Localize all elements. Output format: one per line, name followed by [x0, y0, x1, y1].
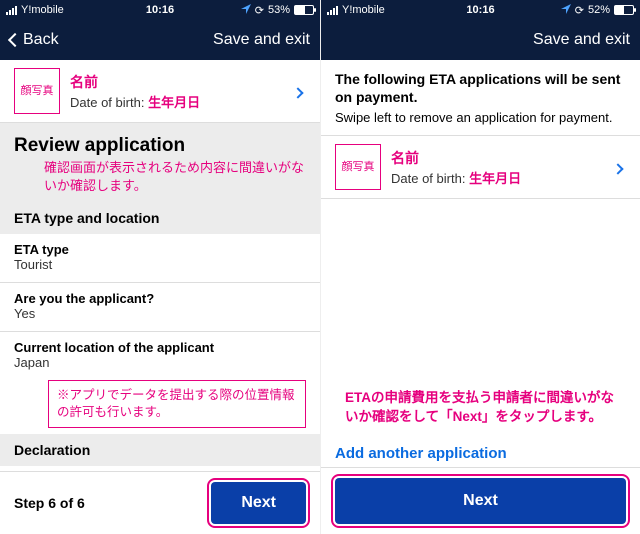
phone-left: Y!mobile 10:16 ⟳ 53% Back Save and exit …	[0, 0, 320, 534]
phone-right: Y!mobile 10:16 ⟳ 52% . Save and exit The…	[320, 0, 640, 534]
review-annotation: 確認画面が表示されるため内容に間違いがないか確認します。	[0, 159, 320, 202]
step-indicator: Step 6 of 6	[14, 495, 85, 511]
eta-type-value: Tourist	[14, 257, 306, 272]
battery-icon	[614, 5, 634, 15]
photo-placeholder: 顔写真	[14, 68, 60, 114]
applicant-name: 名前	[70, 72, 284, 92]
chevron-right-icon	[614, 157, 626, 178]
back-label: Back	[23, 31, 59, 49]
field-are-you-applicant: Are you the applicant? Yes	[0, 283, 320, 331]
footer-left: Step 6 of 6 Next	[0, 471, 320, 534]
payment-intro-heading: The following ETA applications will be s…	[321, 60, 640, 110]
dob-value: 生年月日	[469, 171, 521, 186]
content-left: 顔写真 名前 Date of birth: 生年月日 Review applic…	[0, 60, 320, 534]
photo-placeholder: 顔写真	[335, 144, 381, 190]
status-bar: Y!mobile 10:16 ⟳ 52%	[321, 0, 640, 20]
nav-bar: Back Save and exit	[0, 20, 320, 60]
back-button[interactable]: Back	[10, 31, 59, 49]
location-permission-annotation: ※アプリでデータを提出する際の位置情報の許可も行います。	[48, 380, 306, 428]
chevron-right-icon	[294, 81, 306, 102]
footer-right: Next	[321, 467, 640, 534]
dob-label: Date of birth:	[391, 171, 465, 186]
section-eta-type-location: ETA type and location	[0, 202, 320, 234]
applicant-row[interactable]: 顔写真 名前 Date of birth: 生年月日	[0, 60, 320, 122]
content-right: The following ETA applications will be s…	[321, 60, 640, 534]
next-annotation: ETAの申請費用を支払う申請者に間違いがないか確認をして「Next」をタップしま…	[335, 389, 626, 427]
eta-type-label: ETA type	[14, 242, 306, 257]
review-heading: Review application	[0, 123, 320, 159]
next-button[interactable]: Next	[335, 478, 626, 524]
status-time: 10:16	[0, 4, 320, 16]
chevron-left-icon	[8, 33, 22, 47]
applicant-name: 名前	[391, 148, 604, 168]
save-exit-button[interactable]: Save and exit	[213, 31, 310, 49]
next-button[interactable]: Next	[211, 482, 306, 524]
applicant-q-label: Are you the applicant?	[14, 291, 306, 306]
nav-bar: . Save and exit	[321, 20, 640, 60]
applicant-q-value: Yes	[14, 306, 306, 321]
section-declaration: Declaration	[0, 434, 320, 466]
status-time: 10:16	[321, 4, 640, 16]
location-value: Japan	[14, 355, 306, 370]
battery-icon	[294, 5, 314, 15]
field-eta-type: ETA type Tourist	[0, 234, 320, 282]
dob-label: Date of birth:	[70, 95, 144, 110]
payment-intro-sub: Swipe left to remove an application for …	[321, 110, 640, 135]
status-bar: Y!mobile 10:16 ⟳ 53%	[0, 0, 320, 20]
dob-value: 生年月日	[148, 95, 200, 110]
location-label: Current location of the applicant	[14, 340, 306, 355]
field-current-location: Current location of the applicant Japan	[0, 332, 320, 380]
applicant-row[interactable]: 顔写真 名前 Date of birth: 生年月日	[321, 136, 640, 198]
save-exit-button[interactable]: Save and exit	[533, 31, 630, 49]
